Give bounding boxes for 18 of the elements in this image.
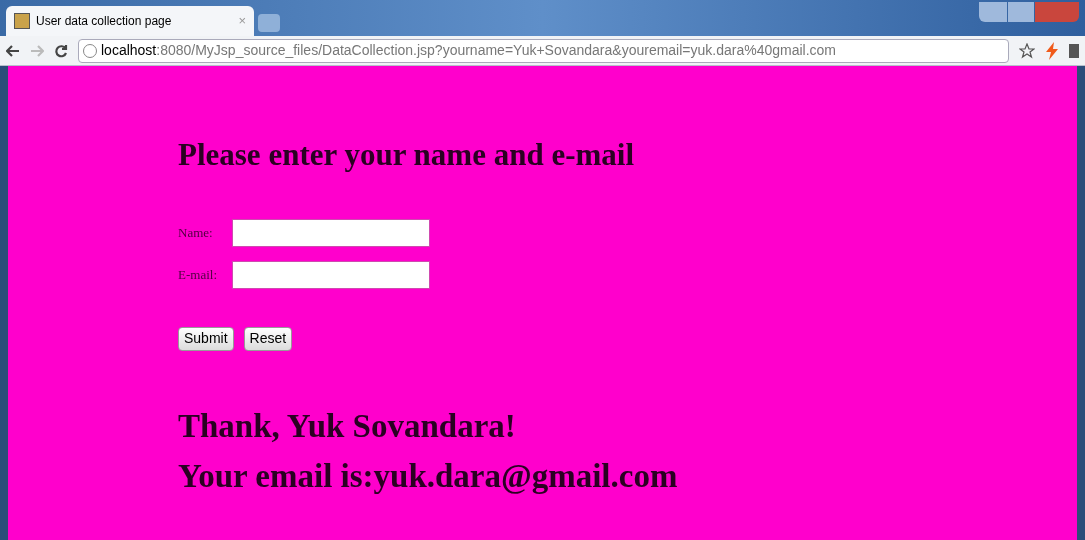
result-text: Thank, Yuk Sovandara! [178,406,517,446]
page-icon [14,13,30,29]
field-label: E-mail: [178,265,218,284]
page-heading: Please enter your name and e-mail [178,136,636,174]
browser-tab[interactable]: User data collection page × [6,6,254,36]
text-field[interactable] [232,218,430,247]
text-field[interactable] [232,260,430,289]
lightning-icon[interactable] [1045,41,1059,60]
result-text: Your email is:yuk.dara@gmail.com [178,456,679,496]
url-text: localhost:8080/MyJsp_source_files/DataCollection.jsp?yourname=Yuk+Sovandara&youremail=yuk.dara%40gmail.com [101,41,837,60]
tab-title: User data collection page [36,13,173,30]
reset-button[interactable]: Reset [243,326,293,351]
star-icon[interactable] [1019,42,1035,59]
back-icon[interactable] [6,44,20,57]
address-field[interactable]: localhost:8080/MyJsp_source_files/DataCollection.jsp?yourname=Yuk+Sovandara&youremail=yuk.dara%40gmail.com [78,38,1009,63]
field-label: Name: [178,223,214,242]
submit-button[interactable]: Submit [178,326,234,351]
reload-icon[interactable] [54,43,68,58]
